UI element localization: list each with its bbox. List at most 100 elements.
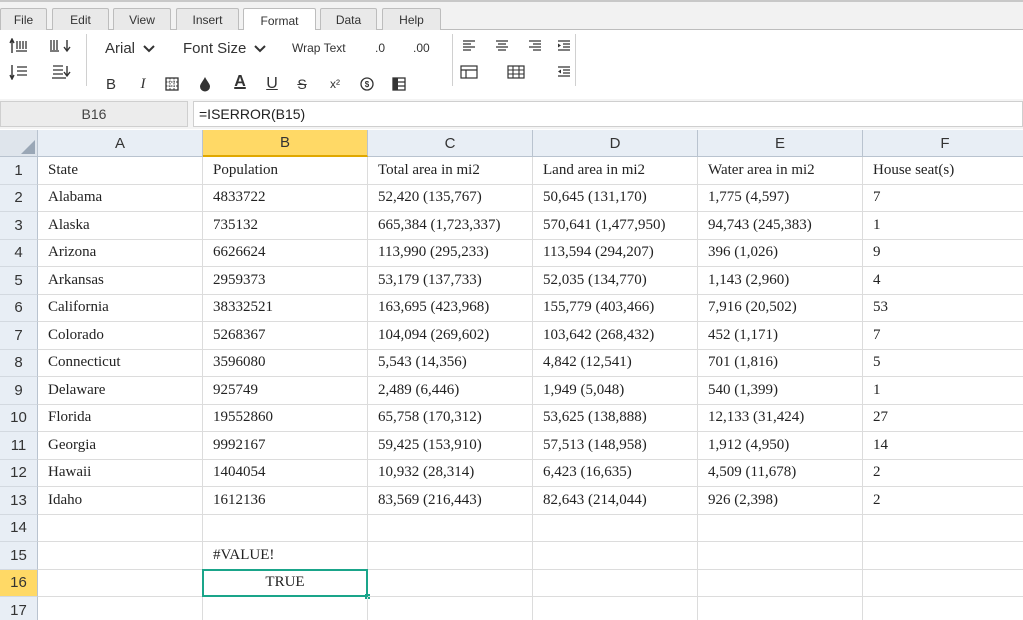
cell-c8[interactable]: 5,543 (14,356) [368,349,533,377]
tab-format[interactable]: Format [243,8,316,32]
cell-e9[interactable]: 540 (1,399) [698,377,863,405]
borders-icon[interactable] [163,75,181,93]
delete-row-icon[interactable] [8,62,30,82]
row-header-7[interactable]: 7 [0,322,38,350]
tab-view[interactable]: View [113,8,171,31]
cell-c4[interactable]: 113,990 (295,233) [368,239,533,267]
cell-e15[interactable] [698,542,863,570]
row-header-14[interactable]: 14 [0,514,38,542]
strikethrough-button[interactable]: S [293,74,311,94]
row-header-4[interactable]: 4 [0,239,38,267]
cell-b4[interactable]: 6626624 [203,239,368,267]
wrap-text-button[interactable]: Wrap Text [292,41,346,55]
cell-e1[interactable]: Water area in mi2 [698,157,863,185]
cell-a11[interactable]: Georgia [38,432,203,460]
cell-d15[interactable] [533,542,698,570]
cell-d8[interactable]: 4,842 (12,541) [533,349,698,377]
indent-icon[interactable] [555,38,573,54]
table-grid-icon[interactable] [506,63,526,81]
outdent-icon[interactable] [555,64,573,80]
cell-a2[interactable]: Alabama [38,184,203,212]
cell-c6[interactable]: 163,695 (423,968) [368,294,533,322]
cell-b1[interactable]: Population [203,157,368,185]
cell-d13[interactable]: 82,643 (214,044) [533,487,698,515]
cell-d12[interactable]: 6,423 (16,635) [533,459,698,487]
cell-e14[interactable] [698,514,863,542]
cell-c2[interactable]: 52,420 (135,767) [368,184,533,212]
cell-f6[interactable]: 53 [863,295,1023,322]
font-color-button[interactable]: A [230,70,250,94]
cell-b10[interactable]: 19552860 [203,404,368,432]
cell-f4[interactable]: 9 [863,240,1023,267]
cell-b11[interactable]: 9992167 [203,432,368,460]
cell-d3[interactable]: 570,641 (1,477,950) [533,212,698,240]
italic-button[interactable]: I [134,74,152,94]
cell-c16[interactable] [368,569,533,597]
row-header-1[interactable]: 1 [0,157,38,185]
cell-b17[interactable] [203,597,368,620]
cell-c14[interactable] [368,514,533,542]
font-size-select[interactable]: Font Size [183,40,267,57]
cell-e11[interactable]: 1,912 (4,950) [698,432,863,460]
cell-d17[interactable] [533,597,698,620]
row-header-8[interactable]: 8 [0,349,38,377]
cell-f9[interactable]: 1 [863,377,1023,405]
currency-button[interactable]: $ [357,74,377,94]
cell-b9[interactable]: 925749 [203,377,368,405]
cell-e4[interactable]: 396 (1,026) [698,239,863,267]
fill-color-icon[interactable] [196,75,214,93]
cell-a17[interactable] [38,597,203,620]
cell-d5[interactable]: 52,035 (134,770) [533,267,698,295]
cell-b13[interactable]: 1612136 [203,487,368,515]
cell-b3[interactable]: 735132 [203,212,368,240]
merge-cells-icon[interactable] [459,63,479,81]
cell-a3[interactable]: Alaska [38,212,203,240]
align-center-icon[interactable] [493,38,511,54]
cell-d1[interactable]: Land area in mi2 [533,157,698,185]
decrease-decimal-button[interactable]: .0 [375,41,385,55]
cell-a14[interactable] [38,514,203,542]
cell-e6[interactable]: 7,916 (20,502) [698,294,863,322]
cell-c5[interactable]: 53,179 (137,733) [368,267,533,295]
cell-f5[interactable]: 4 [863,267,1023,295]
cell-c17[interactable] [368,597,533,620]
cell-a5[interactable]: Arkansas [38,267,203,295]
cell-c9[interactable]: 2,489 (6,446) [368,377,533,405]
cell-a9[interactable]: Delaware [38,377,203,405]
cell-a16[interactable] [38,569,203,597]
bold-button[interactable]: B [102,74,120,94]
cell-e10[interactable]: 12,133 (31,424) [698,404,863,432]
tab-edit[interactable]: Edit [52,8,109,31]
tab-insert[interactable]: Insert [176,8,239,31]
cell-b14[interactable] [203,514,368,542]
cell-d4[interactable]: 113,594 (294,207) [533,239,698,267]
column-header-a[interactable]: A [38,130,203,157]
cell-f12[interactable]: 2 [863,460,1023,487]
cell-a4[interactable]: Arizona [38,239,203,267]
cell-e13[interactable]: 926 (2,398) [698,487,863,515]
cell-a15[interactable] [38,542,203,570]
row-header-16[interactable]: 16 [0,569,38,597]
column-header-d[interactable]: D [533,130,698,157]
row-header-9[interactable]: 9 [0,377,38,405]
cell-f3[interactable]: 1 [863,212,1023,240]
cell-d9[interactable]: 1,949 (5,048) [533,377,698,405]
name-box[interactable]: B16 [0,101,188,127]
cell-c1[interactable]: Total area in mi2 [368,157,533,185]
row-header-13[interactable]: 13 [0,487,38,515]
cell-d14[interactable] [533,514,698,542]
cell-c12[interactable]: 10,932 (28,314) [368,459,533,487]
cell-a12[interactable]: Hawaii [38,459,203,487]
cell-d11[interactable]: 57,513 (148,958) [533,432,698,460]
cell-c15[interactable] [368,542,533,570]
cell-a6[interactable]: California [38,294,203,322]
cell-c11[interactable]: 59,425 (153,910) [368,432,533,460]
row-header-17[interactable]: 17 [0,597,38,620]
underline-button[interactable]: U [263,74,281,94]
cell-d10[interactable]: 53,625 (138,888) [533,404,698,432]
align-left-icon[interactable] [460,38,478,54]
cell-f16[interactable] [863,570,1023,597]
cell-style-icon[interactable] [389,74,409,94]
row-header-15[interactable]: 15 [0,542,38,570]
cell-b6[interactable]: 38332521 [203,294,368,322]
